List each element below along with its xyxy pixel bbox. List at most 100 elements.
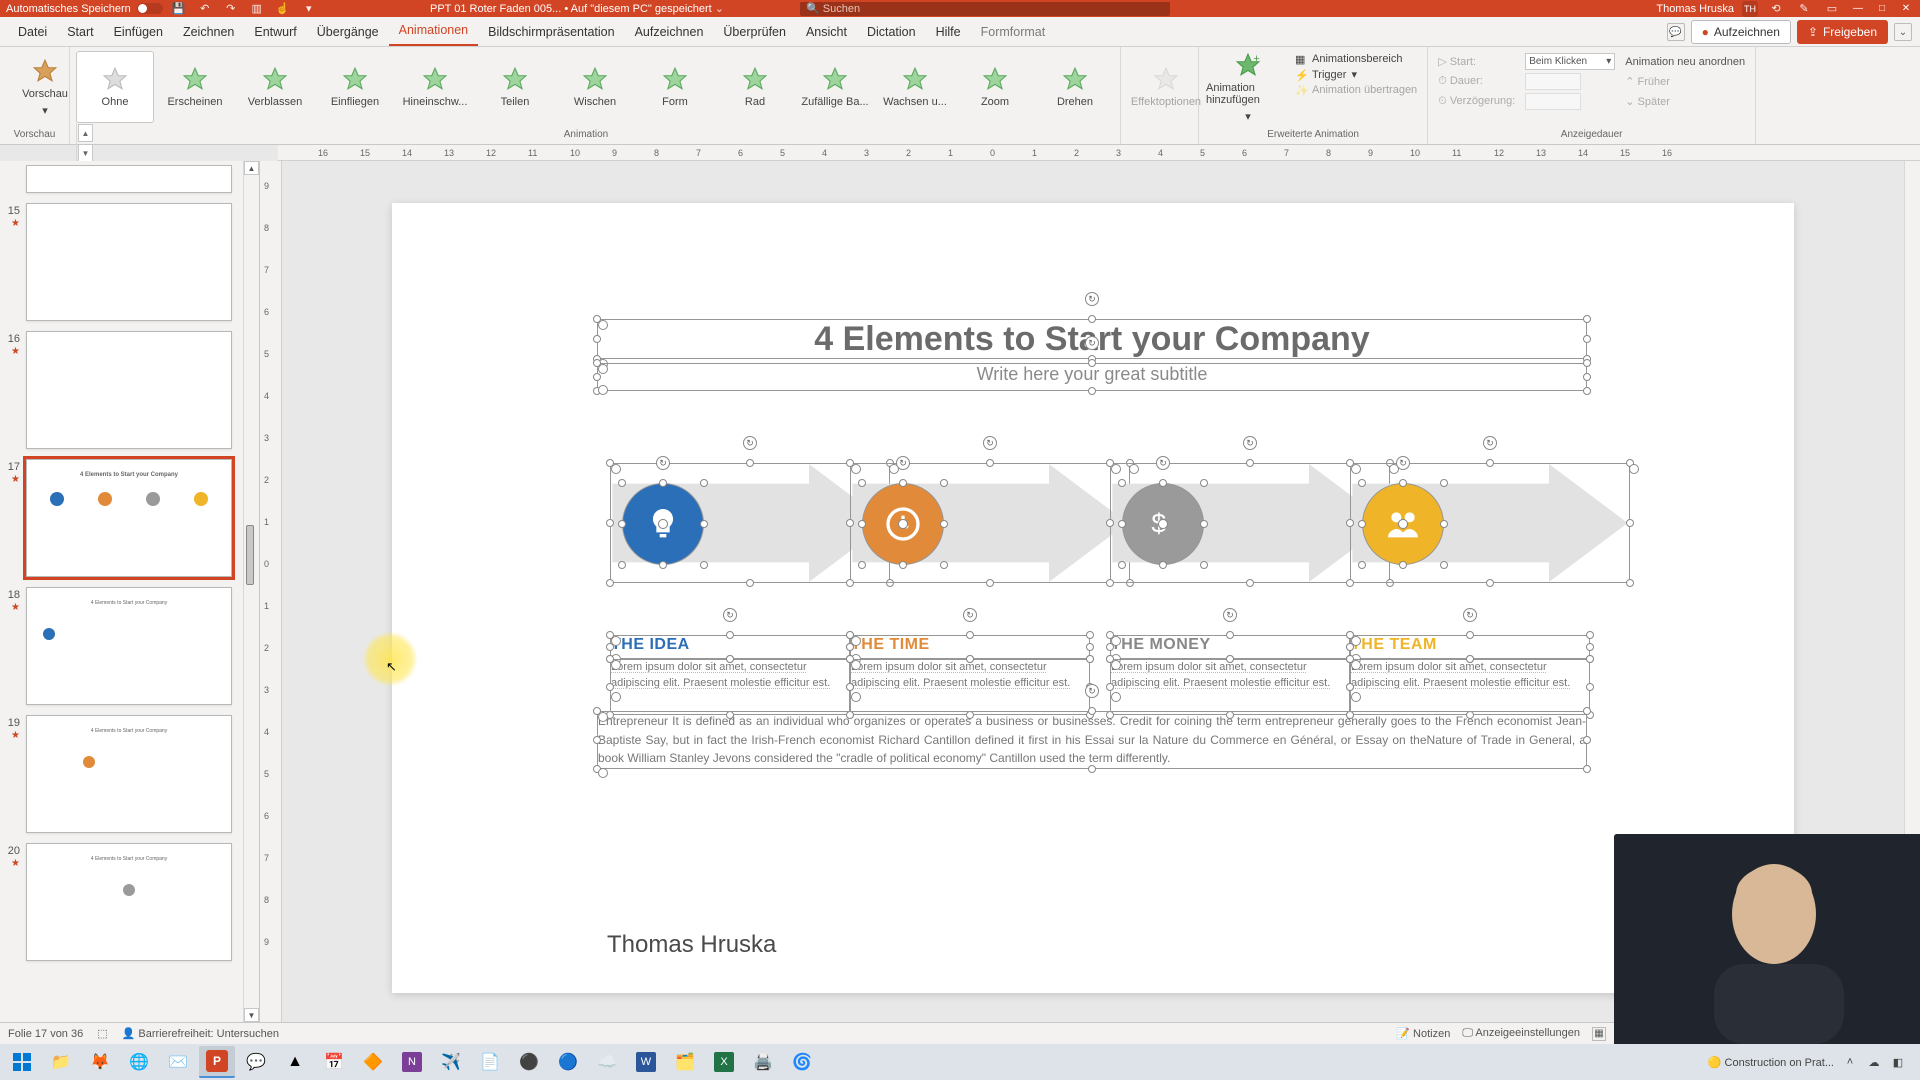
app3-icon[interactable]: 🔶 [355, 1046, 391, 1078]
vlc-icon[interactable]: ▲ [277, 1046, 313, 1078]
animation-hineinschw...[interactable]: Hineinschw... [396, 51, 474, 123]
normal-view-icon[interactable]: ▦ [1592, 1027, 1606, 1041]
record-button[interactable]: ●Aufzeichnen [1691, 20, 1791, 44]
autosave-toggle[interactable] [137, 3, 163, 14]
animation-wachsen u...[interactable]: Wachsen u... [876, 51, 954, 123]
subtitle-textbox[interactable]: Write here your great subtitle [597, 363, 1587, 391]
display-settings-button[interactable]: 🖵 Anzeigeeinstellungen [1462, 1027, 1580, 1040]
animation-zoom[interactable]: Zoom [956, 51, 1034, 123]
tab-hilfe[interactable]: Hilfe [926, 19, 971, 46]
tab-einfuegen[interactable]: Einfügen [104, 19, 173, 46]
thumbnail-19[interactable]: 4 Elements to Start your Company [26, 715, 232, 833]
tray-cloud-icon[interactable]: ☁ [1866, 1054, 1882, 1070]
user-name[interactable]: Thomas Hruska [1656, 3, 1734, 15]
app-icon[interactable]: 💬 [238, 1046, 274, 1078]
body-2[interactable]: Lorem ipsum dolor sit amet, consectetur … [850, 659, 1090, 715]
app7-icon[interactable]: 🗂️ [667, 1046, 703, 1078]
excel-icon[interactable]: X [706, 1046, 742, 1078]
thumbnail-prev[interactable] [26, 165, 232, 193]
firefox-icon[interactable]: 🦊 [82, 1046, 118, 1078]
powerpoint-icon[interactable]: P [199, 1046, 235, 1078]
rotate-handle[interactable] [1085, 336, 1099, 350]
language-icon[interactable]: ⬚ [97, 1027, 107, 1040]
tab-bildschirm[interactable]: Bildschirmpräsentation [478, 19, 624, 46]
body-3[interactable]: Lorem ipsum dolor sit amet, consectetur … [1110, 659, 1350, 715]
app5-icon[interactable]: 🔵 [550, 1046, 586, 1078]
outlook-icon[interactable]: ✉️ [160, 1046, 196, 1078]
animation-pane-button[interactable]: ▦Animationsbereich [1295, 53, 1417, 65]
animation-verblassen[interactable]: Verblassen [236, 51, 314, 123]
tab-datei[interactable]: Datei [8, 19, 57, 46]
tab-formformat[interactable]: Formformat [971, 19, 1056, 46]
trigger-button[interactable]: ⚡Trigger ▾ [1295, 68, 1417, 81]
weather-widget[interactable]: 🟡 Construction on Prat... [1708, 1056, 1834, 1069]
delay-spinner[interactable] [1525, 93, 1581, 110]
start-dropdown[interactable]: Beim Klicken▾ [1525, 53, 1615, 70]
animation-drehen[interactable]: Drehen [1036, 51, 1114, 123]
animation-form[interactable]: Form [636, 51, 714, 123]
rotate-handle[interactable] [1085, 684, 1099, 698]
window-icon[interactable]: ▭ [1825, 2, 1839, 16]
tab-ansicht[interactable]: Ansicht [796, 19, 857, 46]
tab-aufzeichnen[interactable]: Aufzeichnen [625, 19, 714, 46]
animation-wischen[interactable]: Wischen [556, 51, 634, 123]
onenote-icon[interactable]: N [394, 1046, 430, 1078]
thumbnail-16[interactable] [26, 331, 232, 449]
app6-icon[interactable]: ☁️ [589, 1046, 625, 1078]
share-button[interactable]: ⇪ Freigeben [1797, 20, 1888, 44]
later-button[interactable]: ⌄ Später [1625, 95, 1745, 108]
app4-icon[interactable]: 📄 [472, 1046, 508, 1078]
body-1[interactable]: Lorem ipsum dolor sit amet, consectetur … [610, 659, 850, 715]
tab-ueberpruefen[interactable]: Überprüfen [713, 19, 796, 46]
start-button[interactable] [4, 1046, 40, 1078]
user-avatar[interactable]: TH [1742, 1, 1758, 17]
circle-icon-4[interactable] [1362, 483, 1444, 565]
animation-rad[interactable]: Rad [716, 51, 794, 123]
tab-uebergaenge[interactable]: Übergänge [307, 19, 389, 46]
effect-options-button[interactable]: Effektoptionen [1127, 51, 1205, 123]
ribbon-chevron-icon[interactable]: ⌄ [1894, 23, 1912, 41]
gallery-down[interactable]: ▼ [78, 144, 93, 162]
fromstart-icon[interactable]: ▥ [250, 2, 264, 16]
redo-icon[interactable]: ↷ [224, 2, 238, 16]
telegram-icon[interactable]: ✈️ [433, 1046, 469, 1078]
undo-icon[interactable]: ↶ [198, 2, 212, 16]
circle-icon-2[interactable] [862, 483, 944, 565]
accessibility-status[interactable]: 👤 Barrierefreiheit: Untersuchen [122, 1027, 279, 1040]
rotate-handle[interactable] [1085, 292, 1099, 306]
thumbnail-20[interactable]: 4 Elements to Start your Company [26, 843, 232, 961]
touch-icon[interactable]: ☝ [276, 2, 290, 16]
animation-painter-button[interactable]: ✨Animation übertragen [1295, 84, 1417, 96]
body-4[interactable]: Lorem ipsum dolor sit amet, consectetur … [1350, 659, 1590, 715]
obs-icon[interactable]: ⚫ [511, 1046, 547, 1078]
app8-icon[interactable]: 🖨️ [745, 1046, 781, 1078]
tab-dictation[interactable]: Dictation [857, 19, 926, 46]
animation-ohne[interactable]: Ohne [76, 51, 154, 123]
tab-start[interactable]: Start [57, 19, 103, 46]
tray-app-icon[interactable]: ◧ [1890, 1054, 1906, 1070]
tab-animationen[interactable]: Animationen [389, 17, 479, 46]
circle-icon-1[interactable] [622, 483, 704, 565]
save-icon[interactable]: 💾 [172, 2, 186, 16]
qat-more-icon[interactable]: ▾ [302, 2, 316, 16]
edge-icon[interactable]: 🌀 [784, 1046, 820, 1078]
search-box[interactable]: 🔍 Suchen [800, 2, 1170, 16]
add-animation-button[interactable]: + Animation hinzufügen▾ [1205, 51, 1291, 123]
tab-entwurf[interactable]: Entwurf [244, 19, 306, 46]
paragraph-textbox[interactable]: Entrepreneur It is defined as an individ… [597, 711, 1587, 769]
tray-chevron-icon[interactable]: ˄ [1842, 1054, 1858, 1070]
maximize-button[interactable]: □ [1874, 3, 1890, 15]
notes-button[interactable]: 📝 Notizen [1396, 1027, 1450, 1040]
thumbnail-15[interactable] [26, 203, 232, 321]
animation-zufällige ba...[interactable]: Zufällige Ba... [796, 51, 874, 123]
draw-icon[interactable]: ✎ [1797, 2, 1811, 16]
explorer-icon[interactable]: 📁 [43, 1046, 79, 1078]
close-button[interactable]: ✕ [1898, 3, 1914, 15]
sync-icon[interactable]: ⟲ [1769, 2, 1783, 16]
animation-erscheinen[interactable]: Erscheinen [156, 51, 234, 123]
thumbnails-scrollbar[interactable]: ▲▼ [243, 161, 259, 1022]
tab-zeichnen[interactable]: Zeichnen [173, 19, 244, 46]
minimize-button[interactable]: — [1850, 3, 1866, 15]
thumbnail-17[interactable]: 4 Elements to Start your Company [26, 459, 232, 577]
earlier-button[interactable]: ⌃ Früher [1625, 75, 1745, 88]
